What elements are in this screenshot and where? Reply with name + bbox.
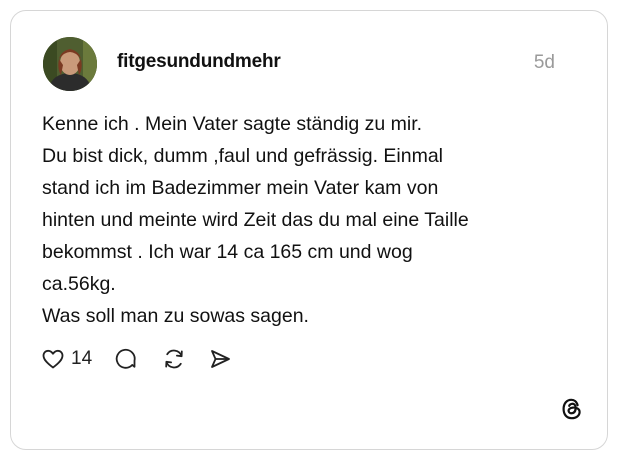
post-text-line: hinten und meinte wird Zeit das du mal e… [42, 209, 469, 231]
post-card: fitgesundundmehr 5d Kenne ich . Mein Vat… [10, 10, 608, 450]
comment-button[interactable] [114, 347, 138, 371]
threads-logo-icon [559, 396, 585, 422]
heart-icon [42, 349, 64, 369]
avatar-image [43, 37, 97, 91]
avatar[interactable] [43, 37, 97, 91]
post-text-line: Kenne ich . Mein Vater sagte ständig zu … [42, 113, 423, 135]
send-icon [211, 350, 231, 368]
username[interactable]: fitgesundundmehr [117, 51, 281, 73]
post-text-line: ca.56kg. [42, 273, 116, 295]
repost-button[interactable] [162, 347, 186, 371]
post-text-line: bekommst . Ich war 14 ca 165 cm und wog [42, 241, 413, 263]
post-timestamp: 5d [533, 52, 555, 73]
post-text: Kenne ich . Mein Vater sagte ständig zu … [42, 108, 572, 332]
post-text-line: stand ich im Badezimmer mein Vater kam v… [42, 177, 439, 199]
like-count: 14 [71, 348, 93, 369]
like-button[interactable]: 14 [41, 347, 92, 371]
repost-icon [165, 349, 183, 369]
comment-bubble-icon [115, 348, 136, 369]
post-text-line: Was soll man zu sowas sagen. [42, 305, 309, 327]
share-button[interactable] [208, 347, 232, 371]
post-text-line: Du bist dick, dumm ,faul und gefrässig. … [42, 145, 444, 167]
action-bar: 14 [41, 345, 232, 373]
